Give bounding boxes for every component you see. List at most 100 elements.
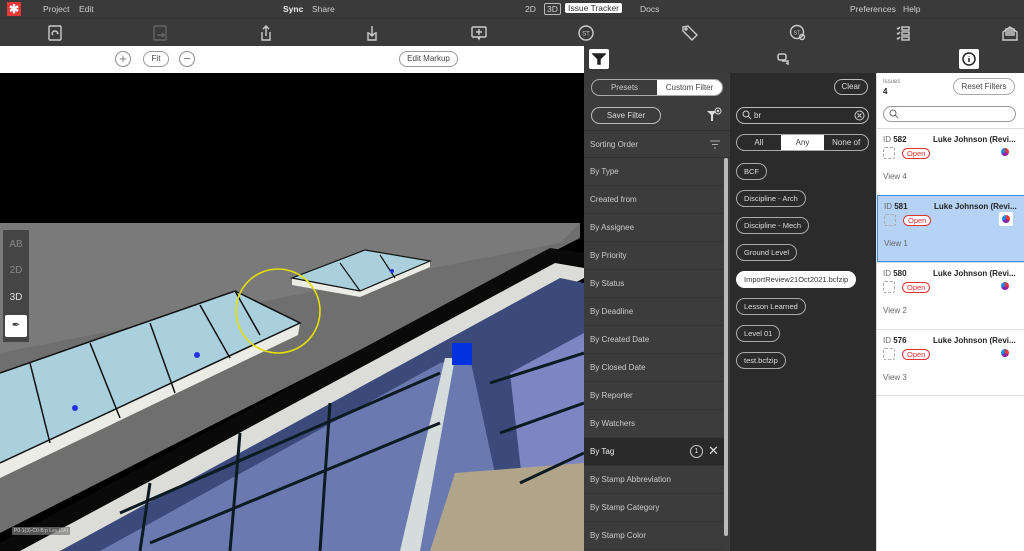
status-badge: Open — [903, 215, 932, 226]
stamp-settings-icon[interactable]: ST — [788, 23, 808, 43]
tag-chip[interactable]: Level 01 — [736, 325, 781, 342]
stamp-icon[interactable]: ST — [576, 23, 596, 43]
filter-item[interactable]: By Stamp Abbreviation — [584, 466, 724, 494]
filter-item[interactable]: By Created Date — [584, 326, 724, 354]
menu-project[interactable]: Project — [43, 4, 69, 14]
issue-view: View 3 — [883, 373, 907, 382]
menu-preferences[interactable]: Preferences — [850, 4, 896, 14]
custom-filter-tab[interactable]: Custom Filter — [657, 80, 722, 95]
issue-author: Luke Johnson (Revi... — [933, 336, 1016, 345]
markup-pen-icon[interactable]: ✒ — [5, 315, 27, 337]
tag-chip[interactable]: test.bcfzip — [736, 352, 786, 369]
tag-list: BCF Discipline - Arch Discipline - Mech … — [736, 163, 857, 379]
issue-id: 581 — [894, 202, 908, 211]
filter-item[interactable]: By Stamp Color — [584, 522, 724, 550]
filter-item[interactable]: By Priority — [584, 242, 724, 270]
issue-thumbnail — [883, 281, 895, 293]
clear-filter-icon[interactable] — [706, 107, 722, 123]
export-pdf-icon[interactable] — [150, 23, 170, 43]
app-logo-icon[interactable]: ✱ — [7, 2, 21, 16]
tab-info[interactable] — [959, 49, 979, 69]
tag-chip[interactable]: Discipline - Arch — [736, 190, 806, 207]
split-view-icon[interactable]: AB — [5, 234, 27, 256]
reset-filters-button[interactable]: Reset Filters — [953, 78, 1015, 95]
issue-author: Luke Johnson (Revi... — [933, 269, 1016, 278]
status-badge: Open — [902, 349, 931, 360]
filter-icon — [592, 53, 606, 65]
view-2d-icon[interactable]: 2D — [5, 260, 27, 282]
view-3d-icon[interactable]: 3D — [5, 287, 27, 309]
mode-docs[interactable]: Docs — [640, 4, 659, 14]
filter-item[interactable]: By Stamp Category — [584, 494, 724, 522]
filter-item[interactable]: Created from — [584, 186, 724, 214]
svg-text:ST: ST — [582, 32, 590, 38]
menu-edit[interactable]: Edit — [79, 4, 94, 14]
pdf-sync-icon[interactable] — [45, 23, 65, 43]
filter-item[interactable]: By Status — [584, 270, 724, 298]
comments-icon — [777, 53, 789, 66]
tag-icon[interactable] — [680, 23, 700, 43]
filter-item[interactable]: By Deadline — [584, 298, 724, 326]
menu-help[interactable]: Help — [903, 4, 920, 14]
checklist-icon[interactable] — [893, 23, 913, 43]
stamp-icon — [1001, 148, 1009, 156]
issue-id: 580 — [893, 269, 907, 278]
issue-view: View 4 — [883, 172, 907, 181]
filter-item-by-tag[interactable]: By Tag 1 ✕ — [584, 438, 724, 466]
issue-thumbnail — [884, 214, 896, 226]
edit-markup-button[interactable]: Edit Markup — [399, 51, 458, 67]
filter-item[interactable]: By Reporter — [584, 382, 724, 410]
sort-icon[interactable] — [710, 140, 720, 149]
tag-search-value: br — [754, 111, 762, 120]
issue-card-selected[interactable]: ID 581 Luke Johnson (Revi... Open View 1 — [877, 195, 1024, 262]
email-icon[interactable] — [1000, 23, 1020, 43]
mode-issue-tracker[interactable]: Issue Tracker — [565, 3, 623, 13]
fit-button[interactable]: Fit — [143, 51, 169, 67]
tag-search-input[interactable]: br — [736, 107, 869, 124]
mode-2d[interactable]: 2D — [525, 4, 536, 14]
menu-share[interactable]: Share — [312, 4, 335, 14]
tab-comments[interactable] — [774, 49, 794, 69]
save-filter-button[interactable]: Save Filter — [591, 107, 661, 124]
issue-view: View 1 — [884, 239, 908, 248]
match-none-tab[interactable]: None of — [824, 135, 868, 150]
clear-search-icon[interactable] — [854, 110, 865, 121]
filter-list-scrollbar[interactable] — [724, 158, 728, 536]
match-any-tab[interactable]: Any — [780, 135, 825, 150]
sorting-order-row[interactable]: Sorting Order — [584, 130, 730, 158]
3d-viewport[interactable]: AB 2D 3D ✒ P0-1(3)-C0-B:p Lev (3A) — [0, 73, 584, 551]
share-upload-icon[interactable] — [256, 23, 276, 43]
issue-card[interactable]: ID 576 Luke Johnson (Revi... Open View 3 — [877, 329, 1024, 396]
filter-item[interactable]: By Watchers — [584, 410, 724, 438]
issue-list-panel: Issues 4 Reset Filters ID 582 Luke Johns… — [876, 73, 1024, 551]
zoom-in-button[interactable]: + — [115, 51, 131, 67]
filter-item[interactable]: By Type — [584, 158, 724, 186]
toolbar: ST ST — [0, 18, 1024, 46]
tag-chip[interactable]: Lesson Learned — [736, 298, 806, 315]
zoom-out-button[interactable]: − — [179, 51, 195, 67]
tag-chip[interactable]: Ground Level — [736, 244, 798, 261]
tag-chip[interactable]: BCF — [736, 163, 767, 180]
issue-search-input[interactable] — [883, 106, 1016, 122]
tab-filter[interactable] — [589, 49, 609, 69]
issue-id: 576 — [893, 336, 907, 345]
issue-card[interactable]: ID 580 Luke Johnson (Revi... Open View 2 — [877, 262, 1024, 329]
mode-3d[interactable]: 3D — [544, 3, 561, 15]
tag-chip-selected[interactable]: ImportReview21Oct2021.bcfzip — [736, 271, 857, 288]
issue-card[interactable]: ID 582 Luke Johnson (Revi... Open View 4 — [877, 128, 1024, 195]
add-comment-icon[interactable] — [469, 23, 489, 43]
clear-tags-button[interactable]: Clear — [834, 79, 868, 95]
tag-chip[interactable]: Discipline - Mech — [736, 217, 810, 234]
issues-label: Issues — [883, 79, 901, 85]
menu-sync[interactable]: Sync — [283, 4, 303, 14]
import-download-icon[interactable] — [362, 23, 382, 43]
view-mode-toolbar: AB 2D 3D ✒ — [3, 230, 29, 342]
match-all-tab[interactable]: All — [737, 135, 781, 150]
filter-item[interactable]: By Closed Date — [584, 354, 724, 382]
active-count-badge: 1 — [690, 445, 703, 458]
presets-tab[interactable]: Presets — [592, 80, 657, 95]
filter-item[interactable]: By Assignee — [584, 214, 724, 242]
remove-filter-icon[interactable]: ✕ — [708, 443, 719, 459]
stamp-icon — [1002, 215, 1010, 223]
issue-thumbnail — [883, 147, 895, 159]
